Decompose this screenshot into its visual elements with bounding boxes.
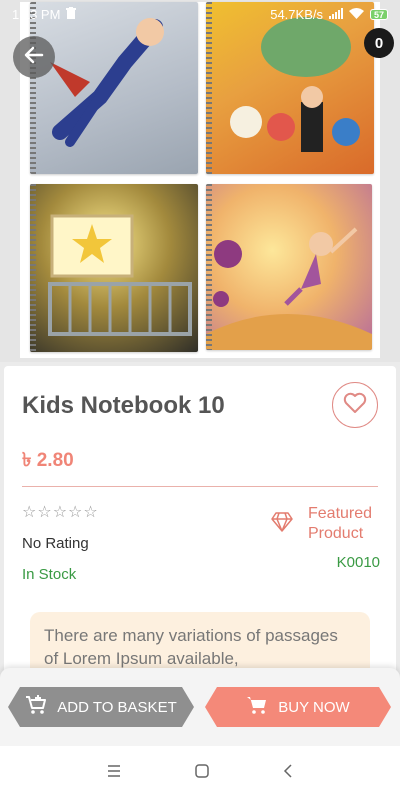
star-empty-icon: ☆ (68, 504, 83, 521)
arrow-left-icon (24, 46, 44, 69)
network-speed: 54.7KB/s (270, 6, 323, 22)
image-grid (20, 2, 380, 358)
featured-product-label: Featured Product (308, 505, 373, 542)
rating-text: No Rating (22, 535, 89, 552)
status-bar: 1:13 PM 54.7KB/s 57 (0, 0, 400, 28)
signal-icon (328, 7, 343, 22)
buy-now-label: BUY NOW (278, 698, 350, 716)
back-nav-icon[interactable] (283, 763, 293, 783)
cart-count-badge[interactable]: 0 (364, 28, 394, 58)
product-title: Kids Notebook 10 (22, 392, 225, 419)
system-nav-bar (0, 746, 400, 800)
product-price: ৳ 2.80 (22, 450, 74, 471)
heart-icon (343, 392, 367, 419)
star-empty-icon: ☆ (83, 504, 98, 521)
rating-stars: ☆ ☆ ☆ ☆ ☆ (22, 505, 98, 521)
status-time: 1:13 PM (12, 6, 61, 22)
star-empty-icon: ☆ (37, 504, 52, 521)
battery-icon: 57 (369, 8, 388, 20)
add-to-basket-label: ADD TO BASKET (57, 698, 177, 716)
divider (22, 486, 378, 487)
stock-status: In Stock (22, 566, 77, 583)
trash-icon (66, 6, 77, 22)
add-to-cart-icon (25, 695, 47, 719)
menu-icon[interactable] (107, 764, 121, 782)
cart-icon (246, 695, 268, 719)
back-button[interactable] (13, 36, 55, 78)
star-empty-icon: ☆ (22, 504, 37, 521)
product-image-gallery[interactable] (0, 0, 400, 362)
spiral-binding (206, 184, 212, 350)
favorite-button[interactable] (332, 382, 378, 428)
notebook-image-fairy-girl (206, 184, 372, 350)
action-bar: ADD TO BASKET BUY NOW (0, 668, 400, 746)
star-empty-icon: ☆ (52, 504, 68, 521)
product-sku: K0010 (336, 554, 380, 571)
status-right: 54.7KB/s 57 (270, 7, 388, 22)
add-to-basket-button[interactable]: ADD TO BASKET (8, 687, 194, 727)
spiral-binding (30, 184, 36, 352)
notebook-image-crib-star (30, 184, 198, 352)
diamond-icon (270, 512, 294, 537)
fairy-girl-illustration (206, 227, 372, 350)
status-left: 1:13 PM (12, 6, 77, 22)
home-icon[interactable] (195, 763, 209, 783)
wifi-icon (348, 7, 364, 22)
crib-star-illustration (48, 214, 192, 336)
buy-now-button[interactable]: BUY NOW (205, 687, 391, 727)
